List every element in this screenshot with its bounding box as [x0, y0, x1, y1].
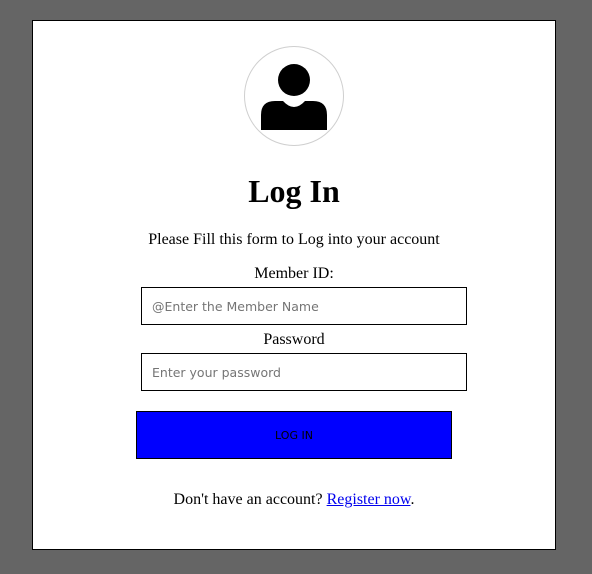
form-instructions: Please Fill this form to Log into your a… [148, 231, 440, 248]
member-id-input[interactable] [141, 287, 467, 325]
login-button[interactable]: LOG IN [136, 411, 452, 459]
register-prompt-suffix: . [410, 491, 415, 508]
password-label: Password [263, 331, 325, 348]
avatar-graphic [261, 64, 327, 130]
member-id-label: Member ID: [254, 265, 334, 282]
page-title: Log In [248, 173, 340, 209]
user-silhouette-icon [244, 46, 344, 146]
register-prompt: Don't have an account? Register now. [33, 490, 555, 510]
register-link[interactable]: Register now [327, 491, 411, 508]
register-prompt-text: Don't have an account? [173, 491, 327, 508]
password-input[interactable] [141, 353, 467, 391]
login-card: Log In Please Fill this form to Log into… [32, 20, 556, 550]
